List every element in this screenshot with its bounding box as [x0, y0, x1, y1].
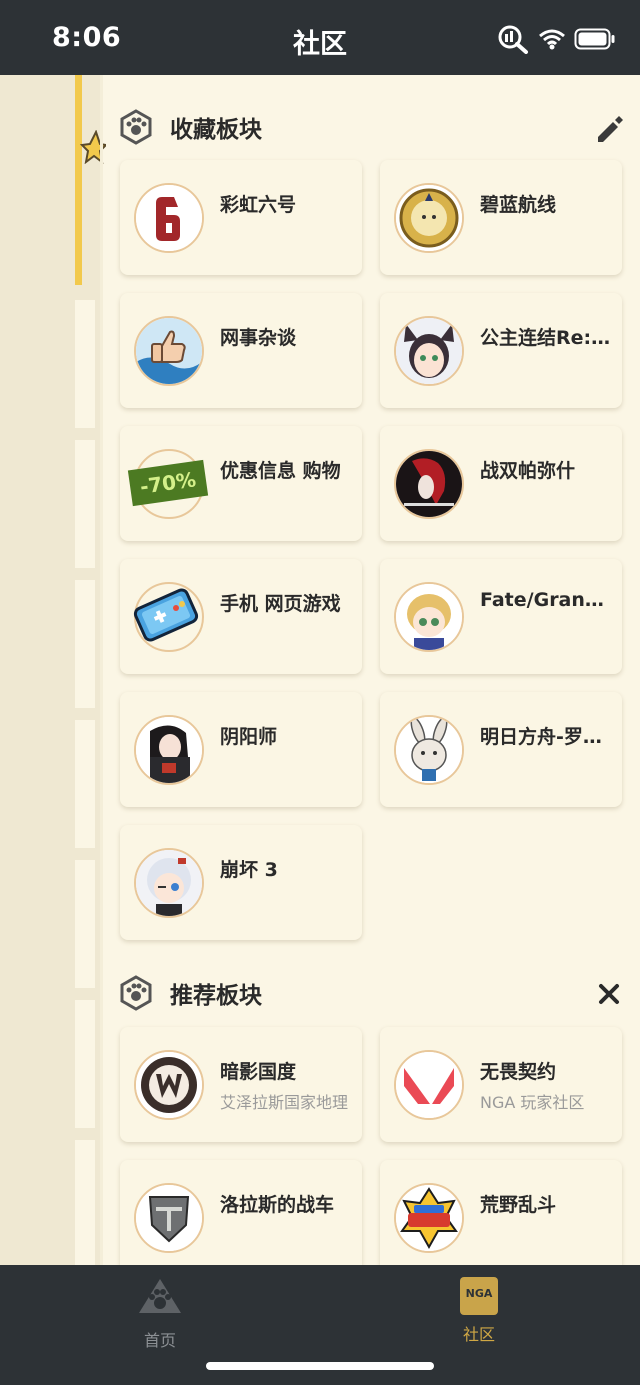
- board-name: 阴阳师: [220, 726, 278, 748]
- status-bar: 8:06 社区: [0, 0, 640, 75]
- honkai-avatar-icon: [136, 850, 202, 916]
- nga-icon-text: NGA: [465, 1287, 493, 1300]
- board-card-arknights[interactable]: 明日方舟-罗德岛: [380, 692, 622, 807]
- favorites-header: 收藏板块: [118, 107, 262, 147]
- board-avatar: [394, 316, 464, 386]
- board-avatar: [134, 848, 204, 918]
- board-avatar: [134, 1183, 204, 1253]
- recommended-header: 推荐板块: [118, 973, 262, 1013]
- board-name: 优惠信息 购物: [220, 460, 341, 482]
- board-avatar: [394, 582, 464, 652]
- board-name: 暗影国度: [220, 1061, 297, 1083]
- tab-community-label: 社区: [462, 1325, 495, 1344]
- category-rail: [0, 75, 106, 1265]
- board-name: 荒野乱斗: [480, 1194, 557, 1216]
- azur-lane-badge-icon: [396, 185, 462, 251]
- board-name: 战双帕弥什: [480, 460, 576, 482]
- wifi-icon: [539, 29, 565, 50]
- board-card-rainbow-six[interactable]: 彩虹六号: [120, 160, 362, 275]
- board-card-shadowlands[interactable]: 暗影国度 艾泽拉斯国家地理: [120, 1027, 362, 1142]
- board-avatar: [394, 1183, 464, 1253]
- board-name: 无畏契约: [480, 1061, 557, 1083]
- home-indicator: [206, 1362, 434, 1370]
- board-name: Fate/Grand Order: [480, 589, 612, 611]
- board-card-azur-lane[interactable]: 碧蓝航线: [380, 160, 622, 275]
- board-name: 洛拉斯的战车: [220, 1194, 335, 1216]
- board-avatar: [394, 715, 464, 785]
- board-card-web-chat[interactable]: 网事杂谈: [120, 293, 362, 408]
- rail-item[interactable]: [75, 1000, 95, 1128]
- rhodes-bunny-icon: [396, 717, 462, 783]
- thumbs-up-wave-icon: [136, 318, 202, 384]
- battery-icon: [574, 28, 615, 50]
- close-icon[interactable]: [594, 979, 624, 1009]
- edit-pencil-icon[interactable]: [594, 115, 624, 145]
- rail-item[interactable]: [75, 440, 95, 568]
- board-name: 网事杂谈: [220, 327, 297, 349]
- tab-community[interactable]: NGA 社区: [419, 1277, 539, 1357]
- board-name: 碧蓝航线: [480, 194, 557, 216]
- board-card-mobile-games[interactable]: 手机 网页游戏: [120, 559, 362, 674]
- board-avatar: [394, 449, 464, 519]
- board-description: 艾泽拉斯国家地理: [220, 1093, 349, 1112]
- rail-item[interactable]: [75, 580, 95, 708]
- board-name: 手机 网页游戏: [220, 593, 341, 615]
- board-card-brawl-stars[interactable]: 荒野乱斗: [380, 1160, 622, 1265]
- board-avatar: [134, 183, 204, 253]
- rail-item[interactable]: [75, 720, 95, 848]
- board-avatar: [394, 1050, 464, 1120]
- saber-avatar-icon: [396, 584, 462, 650]
- status-icons: [496, 24, 616, 54]
- board-name: 崩坏 3: [220, 859, 278, 881]
- rainbow-six-logo-icon: [136, 185, 202, 251]
- recommended-title: 推荐板块: [170, 983, 262, 1009]
- rail-active-indicator: [75, 75, 82, 285]
- board-card-onmyoji[interactable]: 阴阳师: [120, 692, 362, 807]
- rail-item[interactable]: [75, 300, 95, 428]
- board-name: 明日方舟-罗德岛: [480, 726, 612, 748]
- board-avatar: -70%: [127, 449, 209, 519]
- discount-badge: -70%: [127, 459, 209, 507]
- board-card-tanks[interactable]: 洛拉斯的战车: [120, 1160, 362, 1265]
- tank-shield-icon: [136, 1185, 202, 1251]
- board-name: 彩虹六号: [220, 194, 297, 216]
- favorites-title: 收藏板块: [170, 117, 262, 143]
- board-list: 收藏板块 彩虹六号 碧蓝航线 网事杂谈 公主连结Re:D -70% 优惠信息 购…: [102, 75, 640, 1265]
- board-avatar: [134, 316, 204, 386]
- cat-girl-avatar-icon: [396, 318, 462, 384]
- paw-hexagon-icon: [120, 109, 152, 145]
- board-name: 公主连结Re:Dive: [480, 327, 612, 349]
- board-card-fgo[interactable]: Fate/Grand Order: [380, 559, 622, 674]
- rail-item[interactable]: [75, 1140, 95, 1265]
- board-card-honkai3[interactable]: 崩坏 3: [120, 825, 362, 940]
- onmyoji-avatar-icon: [136, 717, 202, 783]
- board-description: NGA 玩家社区: [480, 1093, 585, 1112]
- signal-search-icon: [498, 25, 528, 54]
- board-avatar: [394, 183, 464, 253]
- board-card-deals[interactable]: -70% 优惠信息 购物: [120, 426, 362, 541]
- tab-home[interactable]: 首页: [100, 1277, 220, 1357]
- board-avatar: [134, 1050, 204, 1120]
- nga-community-icon: NGA: [460, 1277, 498, 1315]
- brawl-stars-logo-icon: [396, 1185, 462, 1251]
- board-card-punishing[interactable]: 战双帕弥什: [380, 426, 622, 541]
- board-avatar: [134, 715, 204, 785]
- board-avatar: [133, 582, 204, 652]
- rail-item[interactable]: [75, 860, 95, 988]
- board-card-princess-connect[interactable]: 公主连结Re:Dive: [380, 293, 622, 408]
- punishing-logo-icon: [396, 451, 462, 517]
- valorant-logo-icon: [396, 1052, 462, 1118]
- tab-home-label: 首页: [143, 1331, 176, 1350]
- paw-hexagon-icon: [120, 975, 152, 1011]
- board-card-valorant[interactable]: 无畏契约 NGA 玩家社区: [380, 1027, 622, 1142]
- phone-controller-icon: [133, 588, 199, 642]
- wow-logo-icon: [136, 1052, 202, 1118]
- paw-home-icon: [139, 1279, 181, 1313]
